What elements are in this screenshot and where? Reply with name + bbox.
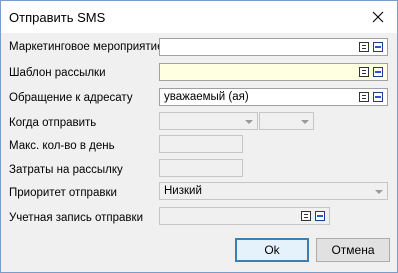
select-book-icon[interactable] [301,211,311,221]
mailing-template-field[interactable] [159,63,388,81]
salutation-label: Обращение к адресату [9,92,133,104]
sending-account-field[interactable] [159,207,330,225]
max-per-day-field[interactable] [159,135,243,153]
max-per-day-label: Макс. кол-во в день [9,140,115,152]
open-list-icon[interactable] [315,211,325,221]
ok-button[interactable]: Ok [235,238,309,262]
marketing-event-field[interactable] [159,38,388,56]
title-bar: Отправить SMS [1,1,397,33]
mailing-cost-field[interactable] [159,159,243,177]
send-sms-dialog: Отправить SMS Маркетинговое мероприятие … [0,0,398,273]
open-list-icon[interactable] [373,67,383,77]
send-priority-combo[interactable]: Низкий [159,182,388,200]
close-icon [372,11,384,23]
mailing-template-label: Шаблон рассылки [9,67,106,79]
send-priority-label: Приоритет отправки [9,187,117,199]
select-book-icon[interactable] [359,92,369,102]
close-button[interactable] [365,5,391,29]
chevron-down-icon [375,190,383,194]
send-priority-value: Низкий [164,185,202,197]
select-book-icon[interactable] [359,67,369,77]
select-book-icon[interactable] [359,42,369,52]
open-list-icon[interactable] [373,42,383,52]
dialog-title: Отправить SMS [9,10,106,25]
send-date-combo[interactable] [159,112,258,130]
salutation-value: уважаемый (ая) [164,91,249,103]
send-when-label: Когда отправить [9,117,97,129]
cancel-button[interactable]: Отмена [316,238,390,262]
send-time-combo[interactable] [259,112,314,130]
salutation-field[interactable]: уважаемый (ая) [159,88,388,106]
marketing-event-label: Маркетинговое мероприятие [9,41,164,53]
open-list-icon[interactable] [373,92,383,102]
chevron-down-icon [245,120,253,124]
mailing-cost-label: Затраты на рассылку [9,164,123,176]
chevron-down-icon [301,120,309,124]
sending-account-label: Учетная запись отправки [9,212,143,224]
